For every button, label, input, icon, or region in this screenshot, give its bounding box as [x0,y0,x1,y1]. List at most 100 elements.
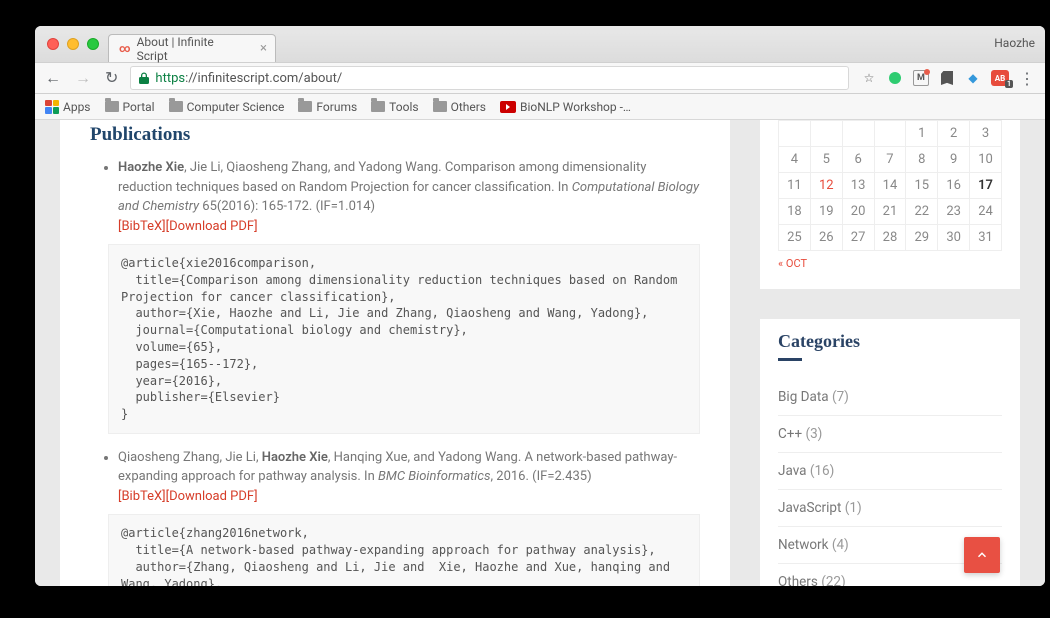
cal-cell[interactable]: 3 [970,121,1002,147]
category-item[interactable]: Big Data (7) [778,379,1002,416]
apps-button[interactable]: Apps [45,100,91,114]
bookmark-folder-cs[interactable]: Computer Science [169,100,285,114]
cal-cell[interactable]: 30 [938,225,970,251]
diamond-extension-icon[interactable]: ◆ [965,70,981,86]
author-bold: Haozhe Xie [118,160,184,175]
cal-cell[interactable]: 8 [906,147,938,173]
cal-cell[interactable]: 11 [779,173,811,199]
forward-button[interactable]: → [75,70,91,86]
cal-cell[interactable]: 15 [906,173,938,199]
cal-cell[interactable]: 20 [842,199,874,225]
minimize-window-button[interactable] [67,38,79,50]
tab-favicon-icon: ∞ [119,42,131,55]
bookmark-label: BioNLP Workshop -… [520,100,631,114]
bookmarks-bar: Apps Portal Computer Science Forums Tool… [35,94,1045,120]
cal-cell[interactable]: 27 [842,225,874,251]
cal-cell-today[interactable]: 17 [970,173,1002,199]
bookmark-youtube[interactable]: BioNLP Workshop -… [500,100,631,114]
page-viewport[interactable]: Publications Haozhe Xie, Jie Li, Qiaoshe… [35,120,1045,586]
cal-cell[interactable]: 9 [938,147,970,173]
cal-cell[interactable]: 24 [970,199,1002,225]
close-tab-icon[interactable]: × [260,41,267,56]
scroll-to-top-button[interactable] [964,537,1000,573]
bibtex-link[interactable]: [BibTeX] [118,219,166,234]
url-input[interactable]: https://infinitescript.com/about/ [130,66,849,90]
cal-cell[interactable]: 18 [779,199,811,225]
prev-month-link[interactable]: « OCT [778,251,807,270]
youtube-icon [500,101,516,113]
category-count: (4) [832,537,849,553]
profile-button[interactable]: Haozhe [994,36,1035,50]
bookmark-folder-forums[interactable]: Forums [298,100,357,114]
publication-item: Qiaosheng Zhang, Jie Li, Haozhe Xie, Han… [118,448,700,586]
bookmark-label: Portal [123,100,155,114]
chrome-menu-icon[interactable]: ⋮ [1019,69,1035,88]
address-bar: ← → ↻ https://infinitescript.com/about/ … [35,62,1045,94]
tab-title: About | Infinite Script [137,35,245,63]
cal-cell[interactable] [779,121,811,147]
back-button[interactable]: ← [45,70,61,86]
bookmark-label: Tools [389,100,418,114]
category-name: C++ [778,426,802,442]
pub-text: Qiaosheng Zhang, Jie Li, [118,450,262,465]
category-count: (22) [821,574,846,586]
bookmark-folder-others[interactable]: Others [433,100,486,114]
evernote-extension-icon[interactable] [939,70,955,86]
folder-icon [169,101,183,112]
cal-cell[interactable]: 10 [970,147,1002,173]
browser-tab[interactable]: ∞ About | Infinite Script × [108,34,276,62]
gmail-extension-icon[interactable]: M [913,70,929,86]
cal-cell[interactable]: 16 [938,173,970,199]
secure-lock-icon [139,72,149,84]
cal-cell[interactable]: 26 [810,225,842,251]
cal-cell[interactable] [842,121,874,147]
cal-cell[interactable]: 22 [906,199,938,225]
maximize-window-button[interactable] [87,38,99,50]
bibtex-block: @article{zhang2016network, title={A netw… [108,514,700,586]
category-count: (16) [810,463,835,479]
bookmark-folder-tools[interactable]: Tools [371,100,418,114]
cal-cell[interactable]: 6 [842,147,874,173]
cal-cell[interactable]: 29 [906,225,938,251]
cal-cell[interactable]: 28 [874,225,906,251]
main-content: Publications Haozhe Xie, Jie Li, Qiaoshe… [60,120,730,586]
cal-cell[interactable]: 19 [810,199,842,225]
folder-icon [298,101,312,112]
extension-green-icon[interactable] [887,70,903,86]
cal-cell[interactable]: 23 [938,199,970,225]
tab-bar: ∞ About | Infinite Script × Haozhe [35,26,1045,62]
cal-cell[interactable]: 2 [938,121,970,147]
reload-button[interactable]: ↻ [105,70,118,86]
category-count: (7) [832,389,849,405]
cal-cell[interactable]: 31 [970,225,1002,251]
cal-cell[interactable]: 7 [874,147,906,173]
cal-cell[interactable]: 4 [779,147,811,173]
close-window-button[interactable] [47,38,59,50]
bookmark-folder-portal[interactable]: Portal [105,100,155,114]
cal-cell[interactable]: 5 [810,147,842,173]
apps-label: Apps [63,100,91,114]
folder-icon [433,101,447,112]
chevron-up-icon [975,548,989,562]
category-count: (1) [845,500,862,516]
download-pdf-link[interactable]: [Download PDF] [166,219,258,234]
download-pdf-link[interactable]: [Download PDF] [166,489,258,504]
cal-cell[interactable]: 25 [779,225,811,251]
cal-cell[interactable]: 14 [874,173,906,199]
cal-cell-highlighted[interactable]: 12 [810,173,842,199]
cal-cell[interactable] [810,121,842,147]
category-item[interactable]: C++ (3) [778,416,1002,453]
publications-list: Haozhe Xie, Jie Li, Qiaosheng Zhang, and… [90,158,700,586]
cal-cell[interactable]: 21 [874,199,906,225]
category-item[interactable]: Java (16) [778,453,1002,490]
cal-cell[interactable] [874,121,906,147]
adblock-extension-icon[interactable]: AB [991,70,1009,86]
bibtex-link[interactable]: [BibTeX] [118,489,166,504]
category-item[interactable]: JavaScript (1) [778,490,1002,527]
bookmark-star-icon[interactable]: ☆ [861,70,877,86]
url-protocol: https [155,71,185,86]
url-path: ://infinitescript.com/about/ [185,71,342,86]
cal-cell[interactable]: 13 [842,173,874,199]
bookmark-label: Computer Science [187,100,285,114]
cal-cell[interactable]: 1 [906,121,938,147]
